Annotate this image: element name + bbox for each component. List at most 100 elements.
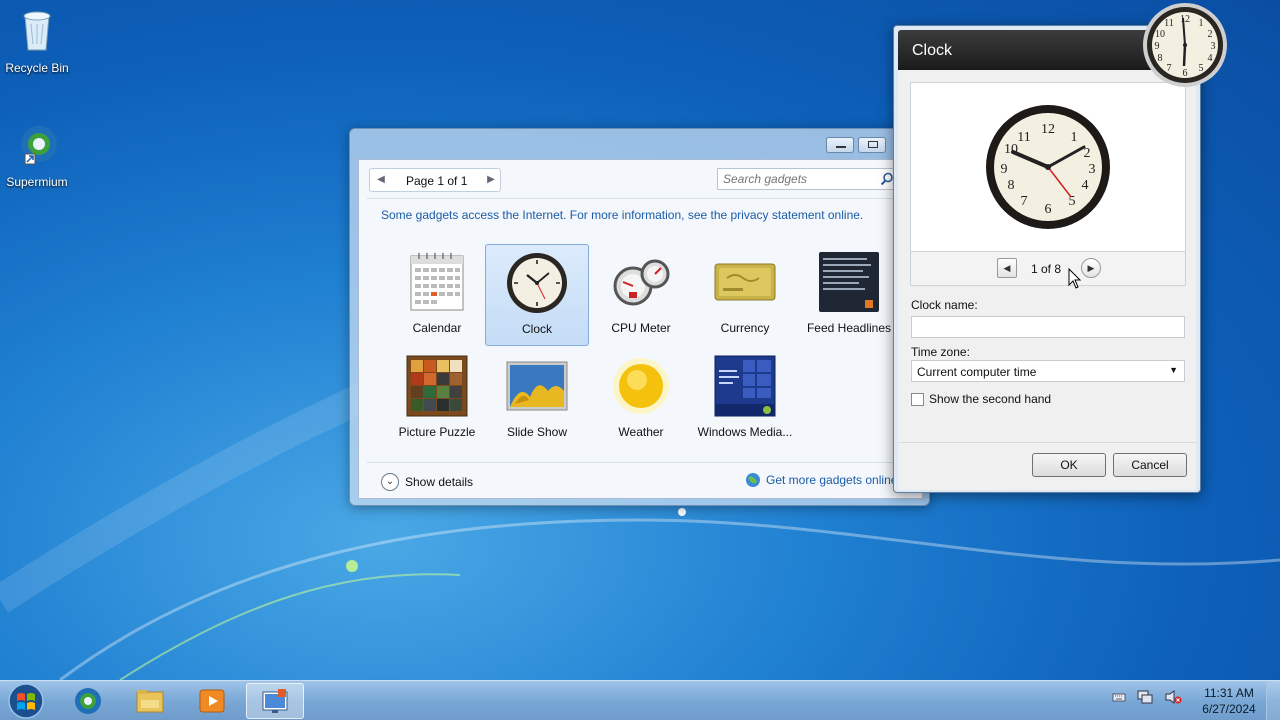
- system-tray: [1112, 689, 1182, 705]
- svg-text:5: 5: [1199, 63, 1204, 74]
- clock-name-input[interactable]: [912, 317, 1184, 337]
- gadget-label: Currency: [720, 321, 770, 335]
- svg-text:12: 12: [1180, 14, 1190, 25]
- svg-text:2: 2: [1208, 29, 1213, 40]
- network-icon[interactable]: [1136, 689, 1154, 705]
- search-icon[interactable]: [880, 172, 894, 186]
- start-button[interactable]: [6, 682, 46, 720]
- gadget-windows-media-center[interactable]: Windows Media...: [693, 348, 797, 450]
- mouse-cursor-icon: [1068, 268, 1082, 289]
- supermium-browser-icon: [75, 688, 101, 714]
- desktop-icon-supermium[interactable]: Supermium: [0, 120, 74, 189]
- volume-muted-icon[interactable]: [1164, 689, 1182, 705]
- gadget-currency[interactable]: Currency: [693, 244, 797, 346]
- taskbar-date: 6/27/2024: [1202, 702, 1256, 716]
- dialog-footer: OK Cancel: [898, 442, 1196, 490]
- next-page-icon[interactable]: ▶: [484, 173, 498, 187]
- gadget-cpu-meter[interactable]: CPU Meter: [589, 244, 693, 346]
- page-navigator: ◀ Page 1 of 1 ▶: [369, 168, 501, 192]
- dialog-body: 12 1 2 345 678 9 10 11 ◀ 1 of 8 ▶ Clock name…: [898, 70, 1196, 442]
- svg-text:3: 3: [1089, 162, 1096, 177]
- chevron-down-icon[interactable]: ⌄: [381, 473, 399, 491]
- clock-name-label: Clock name:: [911, 298, 978, 312]
- gallery-content: ◀ Page 1 of 1 ▶ Some gadgets access the …: [358, 159, 923, 499]
- clock-name-field[interactable]: [911, 316, 1185, 338]
- supermium-browser-icon: [21, 126, 57, 165]
- svg-text:9: 9: [1155, 41, 1160, 52]
- svg-text:3: 3: [1211, 41, 1216, 52]
- desktop-icon-recycle-bin[interactable]: Recycle Bin: [0, 6, 74, 75]
- cpu-meter-icon: [613, 259, 670, 306]
- gadget-feed-headlines[interactable]: Feed Headlines: [797, 244, 901, 346]
- recycle-bin-icon: [23, 11, 51, 51]
- maximize-button[interactable]: [858, 137, 886, 153]
- gadget-label: Weather: [618, 425, 664, 439]
- svg-text:11: 11: [1164, 18, 1174, 29]
- taskbar-gadgets[interactable]: [246, 683, 304, 719]
- ok-button[interactable]: OK: [1032, 453, 1106, 477]
- time-zone-select[interactable]: Current computer time ▼: [911, 360, 1185, 382]
- svg-text:6: 6: [1183, 68, 1188, 79]
- svg-text:4: 4: [1208, 53, 1213, 64]
- svg-text:6: 6: [1045, 202, 1052, 217]
- slide-show-icon: [506, 361, 568, 411]
- globe-icon: [746, 473, 760, 487]
- svg-text:7: 7: [1167, 63, 1172, 74]
- second-hand-label: Show the second hand: [929, 392, 1052, 406]
- keyboard-icon[interactable]: [1112, 690, 1126, 704]
- privacy-notice-link[interactable]: Some gadgets access the Internet. For mo…: [381, 208, 863, 222]
- dialog-title: Clock: [912, 42, 953, 59]
- next-style-icon[interactable]: ▶: [1081, 258, 1101, 278]
- taskbar-file-explorer[interactable]: [122, 683, 180, 719]
- svg-text:7: 7: [1021, 194, 1028, 209]
- svg-text:4: 4: [1082, 178, 1089, 193]
- taskbar-supermium[interactable]: [60, 683, 118, 719]
- clock-icon: [507, 253, 567, 313]
- desktop-clock-gadget[interactable]: 12 12 345 678 91011: [1142, 2, 1228, 88]
- time-zone-value: Current computer time: [917, 365, 1037, 379]
- prev-page-icon[interactable]: ◀: [374, 173, 388, 187]
- style-counter: 1 of 8: [1031, 262, 1062, 276]
- checkbox-box[interactable]: [911, 392, 924, 406]
- weather-icon: [613, 358, 669, 414]
- svg-text:8: 8: [1158, 53, 1163, 64]
- gadget-clock[interactable]: Clock: [485, 244, 589, 346]
- taskbar-media-player[interactable]: [184, 683, 242, 719]
- chevron-down-icon[interactable]: ▼: [1169, 365, 1178, 375]
- clock-face-preview: 1212 345 678 91011: [986, 105, 1110, 229]
- gadget-label: Feed Headlines: [806, 321, 892, 335]
- divider: [367, 462, 915, 463]
- gadget-label: Picture Puzzle: [398, 425, 476, 439]
- svg-text:1: 1: [1199, 18, 1204, 29]
- minimize-button[interactable]: [826, 137, 854, 153]
- gadget-label: CPU Meter: [611, 321, 671, 335]
- svg-text:11: 11: [1017, 130, 1030, 145]
- taskbar-clock[interactable]: 11:31 AM 6/27/2024: [1196, 685, 1262, 717]
- second-hand-checkbox[interactable]: Show the second hand: [911, 392, 1051, 406]
- media-player-icon: [199, 689, 225, 713]
- gadget-weather[interactable]: Weather: [589, 348, 693, 450]
- divider: [367, 198, 915, 199]
- desktop-icon-label: Recycle Bin: [5, 61, 69, 75]
- gadget-label: Clock: [521, 322, 552, 336]
- clock-style-navigator: ◀ 1 of 8 ▶: [910, 252, 1186, 286]
- get-more-gadgets-link[interactable]: Get more gadgets online: [745, 472, 897, 488]
- gadget-label: Slide Show: [506, 425, 568, 439]
- show-desktop-button[interactable]: [1266, 681, 1280, 720]
- svg-text:10: 10: [1155, 29, 1165, 40]
- search-gadgets-field[interactable]: [717, 168, 899, 190]
- cancel-button[interactable]: Cancel: [1113, 453, 1187, 477]
- svg-text:12: 12: [1041, 122, 1055, 137]
- gadget-control-panel-icon: [262, 689, 288, 713]
- search-input[interactable]: [718, 169, 868, 189]
- gadget-calendar[interactable]: Calendar: [385, 244, 489, 346]
- gadget-slide-show[interactable]: Slide Show: [485, 348, 589, 450]
- prev-style-icon[interactable]: ◀: [997, 258, 1017, 278]
- gadget-label: Calendar: [412, 321, 462, 335]
- svg-text:9: 9: [1001, 162, 1008, 177]
- calendar-icon: [410, 253, 464, 311]
- picture-puzzle-icon: [406, 355, 468, 417]
- gadget-picture-puzzle[interactable]: Picture Puzzle: [385, 348, 489, 450]
- show-details-toggle[interactable]: ⌄ Show details: [381, 472, 473, 492]
- feed-headlines-icon: [819, 252, 879, 312]
